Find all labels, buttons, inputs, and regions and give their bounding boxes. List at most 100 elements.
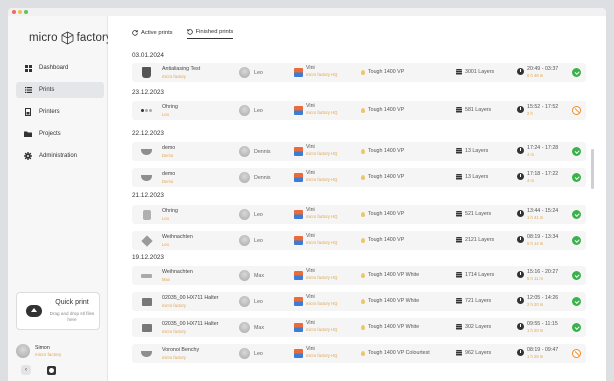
print-user: Dennis — [239, 172, 271, 183]
tab-active-prints[interactable]: Active prints — [132, 29, 173, 39]
window-titlebar — [8, 8, 606, 16]
avatar — [239, 105, 250, 116]
clock-icon — [517, 106, 524, 113]
minimize-window-icon[interactable] — [18, 10, 22, 14]
print-row[interactable]: demo Demo Dennis Vini micro factory HQ Tough … — [132, 168, 586, 187]
sidebar-item-label: Administration — [39, 153, 78, 159]
printer-site: micro factory HQ — [306, 240, 338, 245]
printer-flag-icon — [294, 323, 303, 332]
print-row[interactable]: Ohring Leo Leo Vini micro factory HQ Tough 14… — [132, 101, 586, 120]
app-logo[interactable]: micro factory — [29, 31, 112, 45]
material: Tough 1400 VP — [361, 148, 404, 154]
model-thumbnail — [140, 295, 153, 308]
print-user: Max — [239, 322, 264, 333]
layer-count: 13 Layers — [465, 148, 489, 154]
success-check-icon — [572, 147, 581, 156]
clock-icon — [517, 236, 524, 243]
sidebar-item-dashboard[interactable]: Dashboard — [16, 60, 104, 76]
print-row[interactable]: Weihnachten Max Max Vini micro factory HQ Tou… — [132, 266, 586, 285]
layers-icon — [456, 324, 462, 330]
printer-flag-icon — [294, 173, 303, 182]
print-row[interactable]: 02035_00 HX711 Halter micro factory Leo Vin… — [132, 292, 586, 311]
resin-drop-icon — [361, 350, 365, 356]
success-check-icon — [572, 68, 581, 77]
print-project: Leo — [162, 112, 169, 117]
printer-name: Vini — [306, 207, 315, 213]
print-duration: 1 h 20 m — [527, 328, 544, 333]
print-row[interactable]: Ohring Leo Leo Vini micro factory HQ Tough 14… — [132, 205, 586, 224]
printer-flag-icon — [294, 236, 303, 245]
collapse-sidebar-button[interactable]: ‹ — [21, 365, 31, 375]
scrollbar[interactable] — [591, 149, 594, 189]
print-project: micro factory — [162, 303, 186, 308]
printer-flag-icon — [294, 106, 303, 115]
printer-flag-icon — [294, 271, 303, 280]
print-user: Leo — [239, 105, 263, 116]
close-window-icon[interactable] — [12, 10, 16, 14]
layer-count: 302 Layers — [465, 324, 492, 330]
success-check-icon — [572, 210, 581, 219]
layer-count: 13 Layers — [465, 174, 489, 180]
print-name: Antialiasing Test — [162, 66, 201, 72]
avatar — [239, 146, 250, 157]
layers: 3001 Layers — [456, 69, 494, 75]
printer-name: Vini — [306, 346, 315, 352]
success-check-icon — [572, 173, 581, 182]
layer-count: 3001 Layers — [465, 69, 495, 75]
model-thumbnail — [140, 171, 153, 184]
print-project: Demo — [162, 179, 174, 184]
print-row[interactable]: Voronoi Benchy micro factory Leo Vini micro … — [132, 344, 586, 363]
time-range: 09:55 - 11:15 — [527, 321, 558, 327]
print-row[interactable]: 02035_00 HX711 Halter micro factory Max Vin… — [132, 318, 586, 337]
material-name: Tough 1400 VP — [368, 107, 405, 113]
print-duration: 5 h 14 m — [527, 241, 544, 246]
print-name: 02035_00 HX711 Halter — [162, 295, 219, 301]
printer-name: Vini — [306, 144, 315, 150]
quick-print-hint: Drag and drop stl files here — [49, 311, 95, 322]
tab-finished-prints[interactable]: Finished prints — [186, 29, 234, 39]
print-tabs: Active prints Finished prints — [132, 29, 234, 39]
resin-drop-icon — [361, 298, 365, 304]
avatar — [239, 322, 250, 333]
print-row[interactable]: Weihnachten Leo Leo Vini micro factory HQ Tou… — [132, 231, 586, 250]
printer-site: micro factory HQ — [306, 72, 338, 77]
print-name: Weihnachten — [162, 269, 193, 275]
maximize-window-icon[interactable] — [24, 10, 28, 14]
printer-name: Vini — [306, 170, 315, 176]
printer-flag-icon — [294, 210, 303, 219]
printer-location: Vini micro factory HQ — [294, 268, 337, 280]
user-name: Leo — [254, 298, 263, 305]
sidebar-item-projects[interactable]: Projects — [16, 126, 104, 142]
cancelled-icon — [572, 349, 581, 358]
print-time: 17:24 - 17:28 4 m — [517, 145, 558, 157]
sidebar-item-administration[interactable]: Administration — [16, 148, 104, 164]
print-row[interactable]: demo Demo Dennis Vini micro factory HQ Tough … — [132, 142, 586, 161]
avatar — [239, 270, 250, 281]
sidebar-item-printers[interactable]: Printers — [16, 104, 104, 120]
time-range: 12:05 - 14:26 — [527, 295, 559, 301]
list-icon — [22, 87, 34, 93]
time-range: 15:52 - 17:52 — [527, 104, 559, 110]
print-time: 13:44 - 15:24 1 h 41 m — [517, 208, 558, 220]
quick-print-dropzone[interactable]: Quick print Drag and drop stl files here — [16, 292, 100, 330]
print-row[interactable]: Antialiasing Test micro factory Leo Vini mic… — [132, 63, 586, 82]
print-name: Ohring — [162, 104, 178, 110]
printer-location: Vini micro factory HQ — [294, 294, 337, 306]
print-duration: 4 m — [527, 178, 534, 183]
time-range: 13:44 - 15:24 — [527, 208, 559, 214]
time-range: 20:49 - 03:37 — [527, 66, 559, 72]
print-time: 17:18 - 17:22 4 m — [517, 171, 558, 183]
material-name: Tough 1400 VP White — [368, 272, 420, 278]
success-check-icon — [572, 236, 581, 245]
sidebar-item-prints[interactable]: Prints — [16, 82, 104, 98]
user-profile[interactable]: Simon micro factory — [16, 339, 100, 363]
user-name: Leo — [254, 211, 263, 218]
model-thumbnail — [140, 269, 153, 282]
layer-count: 962 Layers — [465, 350, 492, 356]
theme-toggle-icon[interactable] — [47, 365, 56, 375]
printer-name: Vini — [306, 294, 315, 300]
date-header: 23.12.2023 — [132, 89, 164, 96]
material: Tough 1400 VP — [361, 107, 404, 113]
print-duration: 5 h 11 m — [527, 276, 543, 281]
material: Tough 1400 VP Colourtest — [361, 350, 430, 356]
